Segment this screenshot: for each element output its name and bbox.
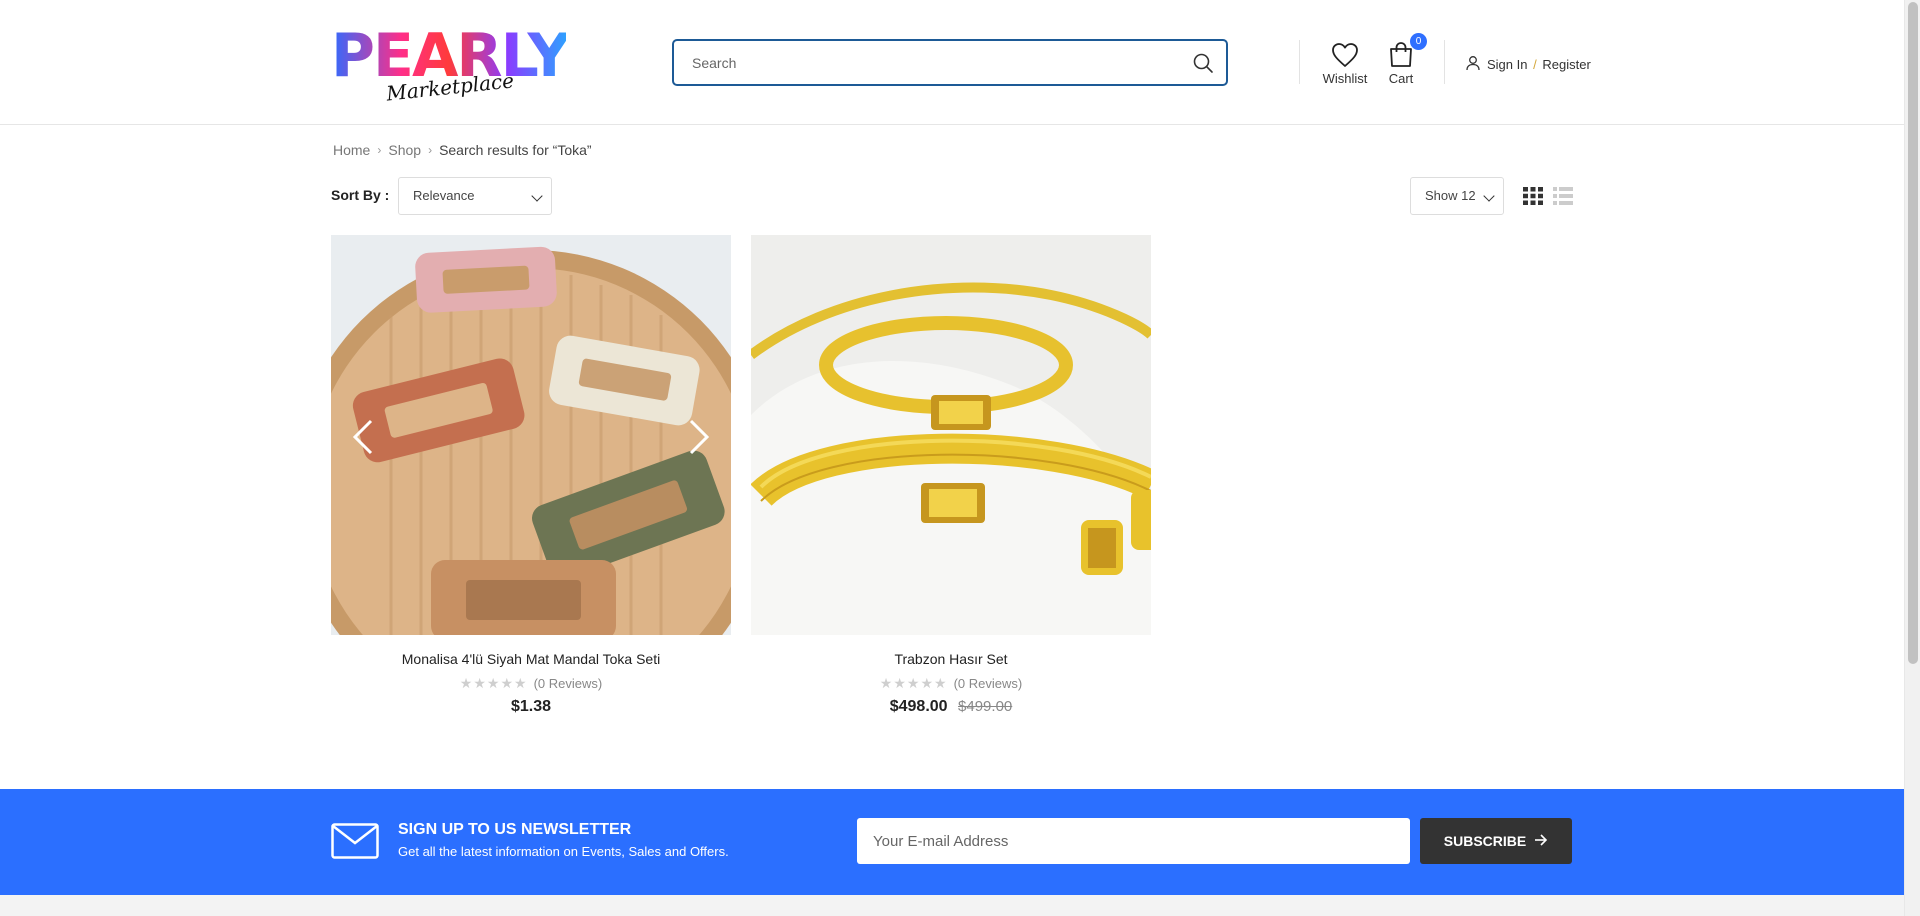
review-count[interactable]: (0 Reviews) — [534, 676, 603, 691]
product-image-gold-set[interactable] — [751, 235, 1151, 635]
review-count[interactable]: (0 Reviews) — [954, 676, 1023, 691]
wishlist-label: Wishlist — [1322, 71, 1368, 86]
product-card: Trabzon Hasır Set ★★★★★ (0 Reviews) $498… — [751, 235, 1151, 716]
search-input[interactable] — [692, 51, 1172, 75]
product-price-row: $498.00 $499.00 — [751, 698, 1151, 716]
product-price: $1.38 — [510, 698, 552, 715]
product-price: $498.00 — [889, 698, 948, 715]
chevron-right-icon: › — [428, 143, 433, 157]
header-divider — [1299, 40, 1300, 84]
cart-link[interactable]: Cart 0 — [1386, 33, 1427, 86]
sort-select-value: Relevance — [413, 188, 475, 203]
show-count-select[interactable]: Show 12 — [1410, 177, 1504, 215]
cart-label: Cart — [1388, 71, 1414, 86]
product-name[interactable]: Monalisa 4'lü Siyah Mat Mandal Toka Seti — [331, 651, 731, 667]
search-icon[interactable] — [1192, 52, 1214, 74]
breadcrumb-shop[interactable]: Shop — [388, 142, 421, 158]
newsletter-title: SIGN UP TO US NEWSLETTER — [398, 821, 632, 838]
page-scrollbar[interactable] — [1904, 0, 1920, 916]
arrow-right-icon — [1534, 833, 1548, 849]
account-separator: / — [1533, 57, 1537, 72]
pearly-logo[interactable]: PEARLY Marketplace — [331, 26, 571, 106]
newsletter-description: Get all the latest information on Events… — [398, 844, 729, 859]
sort-select[interactable]: Relevance — [398, 177, 552, 215]
chevron-down-icon — [531, 190, 543, 202]
envelope-icon — [331, 823, 379, 864]
grid-view-icon[interactable] — [1523, 187, 1543, 205]
star-rating-icon: ★★★★★ — [459, 675, 528, 691]
newsletter-section: SIGN UP TO US NEWSLETTER Get all the lat… — [0, 789, 1904, 895]
chevron-right-icon[interactable] — [683, 417, 713, 457]
show-count-value: Show 12 — [1425, 188, 1476, 203]
list-view-icon[interactable] — [1553, 187, 1573, 205]
subscribe-button[interactable]: SUBSCRIBE — [1420, 818, 1572, 864]
footer-strip — [0, 895, 1904, 916]
star-rating-icon: ★★★★★ — [879, 675, 948, 691]
product-card: Monalisa 4'lü Siyah Mat Mandal Toka Seti… — [331, 235, 731, 716]
breadcrumb-current: Search results for “Toka” — [439, 142, 592, 158]
signin-link[interactable]: Sign In — [1487, 57, 1527, 72]
chevron-down-icon — [1483, 190, 1495, 202]
newsletter-email-input[interactable] — [857, 818, 1410, 864]
subscribe-label: SUBSCRIBE — [1443, 833, 1527, 849]
product-price-row: $1.38 — [331, 698, 731, 716]
chevron-left-icon[interactable] — [349, 417, 379, 457]
product-name[interactable]: Trabzon Hasır Set — [751, 651, 1151, 667]
account-links: Sign In / Register — [1465, 55, 1591, 74]
product-rating: ★★★★★ (0 Reviews) — [331, 675, 731, 692]
user-icon — [1465, 55, 1481, 74]
heart-icon — [1322, 42, 1368, 68]
site-header: PEARLY Marketplace Wishlist Cart 0 Sign … — [0, 0, 1904, 125]
sort-by-label: Sort By : — [331, 187, 390, 203]
product-rating: ★★★★★ (0 Reviews) — [751, 675, 1151, 692]
header-divider — [1444, 40, 1445, 84]
product-old-price: $499.00 — [958, 698, 1013, 715]
chevron-right-icon: › — [377, 143, 382, 157]
search-bar — [672, 39, 1228, 86]
product-image-hair-claws[interactable] — [331, 235, 731, 635]
register-link[interactable]: Register — [1542, 57, 1590, 72]
scrollbar-thumb[interactable] — [1908, 2, 1918, 664]
wishlist-link[interactable]: Wishlist — [1322, 42, 1368, 86]
breadcrumb-home[interactable]: Home — [333, 142, 370, 158]
breadcrumb: Home › Shop › Search results for “Toka” — [333, 142, 592, 158]
cart-count-badge: 0 — [1410, 33, 1427, 50]
